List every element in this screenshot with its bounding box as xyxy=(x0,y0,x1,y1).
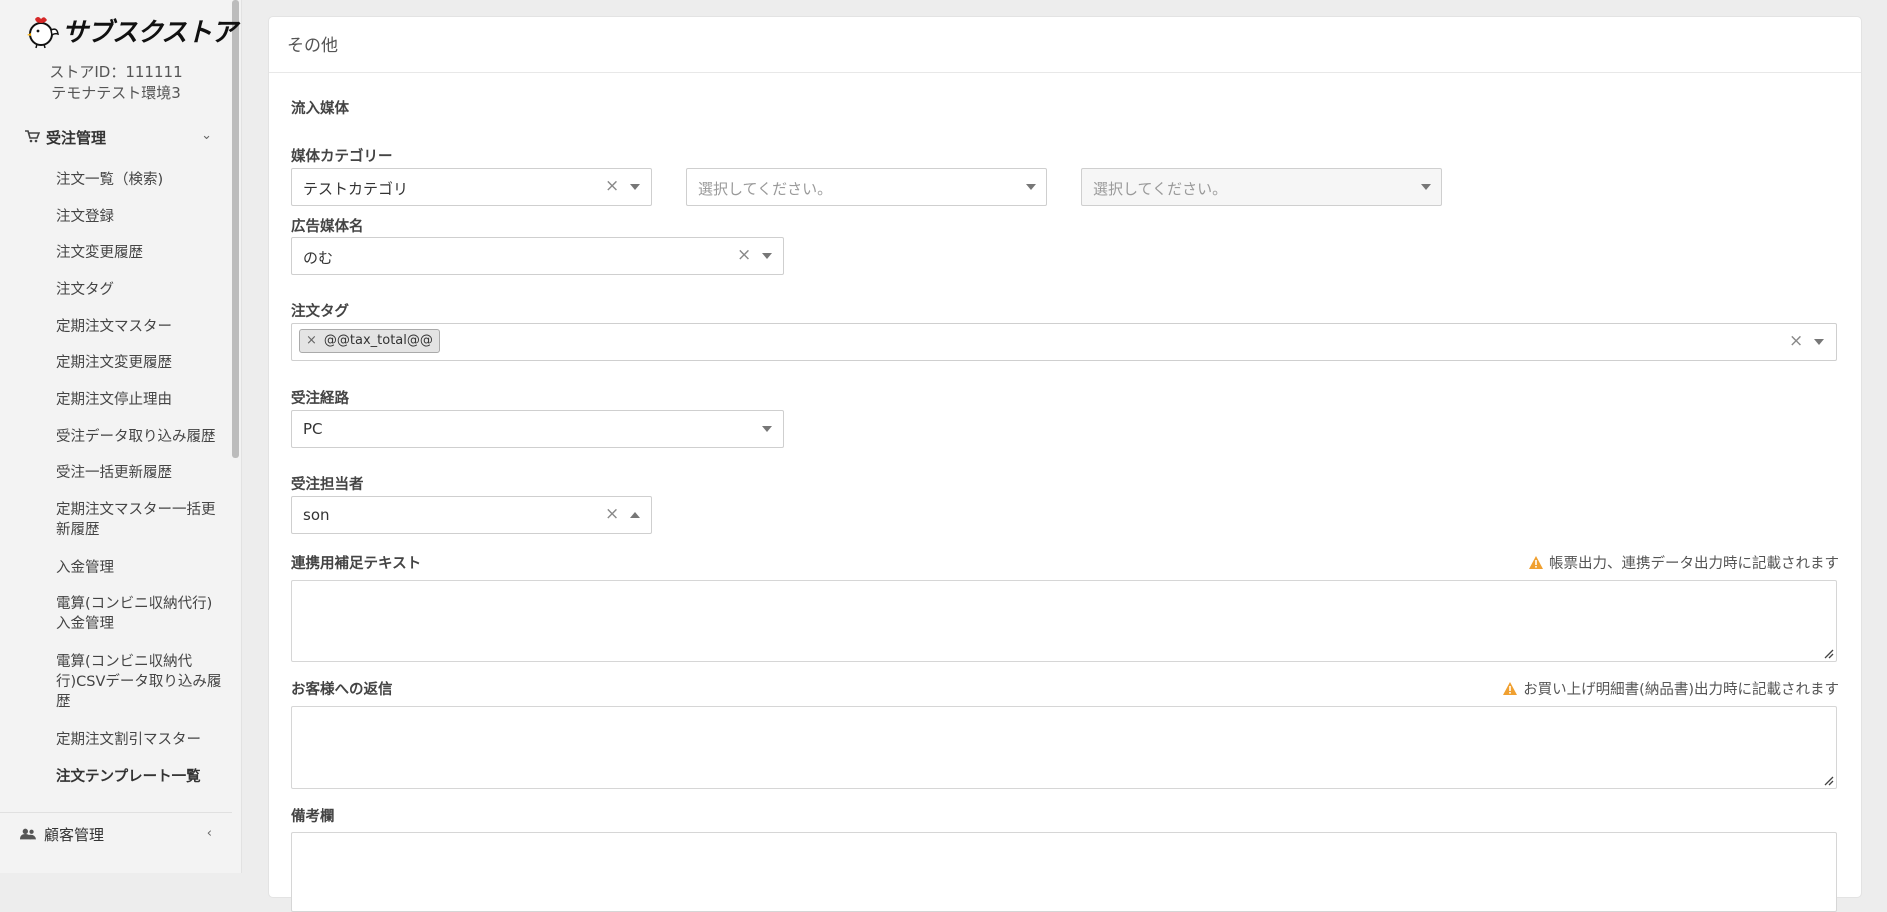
chevron-down-icon: ⌄ xyxy=(201,128,212,143)
media-category-label: 媒体カテゴリー xyxy=(291,149,393,165)
resize-handle-icon[interactable] xyxy=(1822,774,1834,786)
order-staff-label: 受注担当者 xyxy=(291,477,364,493)
order-tag-chip[interactable]: × @@tax_total@@ xyxy=(299,329,440,353)
dropdown-arrow-icon[interactable] xyxy=(1421,184,1431,190)
dropdown-arrow-icon[interactable] xyxy=(630,184,640,190)
sidebar-item-subscription-bulk-history[interactable]: 定期注文マスター一括更新履歴 xyxy=(56,500,226,540)
nav-group-customers-label: 顧客管理 xyxy=(44,826,105,844)
store-id: ストアID：111111 xyxy=(49,63,183,81)
remarks-label: 備考欄 xyxy=(291,809,335,825)
order-route-label: 受注経路 xyxy=(291,391,349,407)
remove-tag-icon[interactable]: × xyxy=(306,329,317,353)
media-subsubcategory-select[interactable]: 選択してください。 xyxy=(1081,168,1442,206)
customer-reply-textarea[interactable] xyxy=(291,706,1837,789)
link-text-label: 連携用補足テキスト xyxy=(291,556,422,572)
dropdown-arrow-icon[interactable] xyxy=(1026,184,1036,190)
logo-text: サブスクストア xyxy=(62,18,237,48)
sidebar: サブスクストア ストアID：111111 テモナテスト環境3 受注管理 ⌄ 注文… xyxy=(0,0,242,873)
order-route-value: PC xyxy=(303,420,323,438)
logo[interactable]: サブスクストア xyxy=(26,12,237,49)
ad-media-select[interactable]: のむ × xyxy=(291,237,784,275)
order-tag-multiselect[interactable]: × @@tax_total@@ × xyxy=(291,323,1837,361)
section-title-inflow-media: 流入媒体 xyxy=(291,101,349,117)
sidebar-item-subscription-master[interactable]: 定期注文マスター xyxy=(56,317,226,337)
nav-group-orders[interactable]: 受注管理 ⌄ xyxy=(0,115,232,159)
sidebar-item-order-templates[interactable]: 注文テンプレート一覧 xyxy=(56,767,226,787)
sidebar-item-order-tags[interactable]: 注文タグ xyxy=(56,280,226,300)
users-icon xyxy=(20,828,36,840)
chicken-logo-icon xyxy=(27,16,59,48)
other-settings-card: その他 流入媒体 媒体カテゴリー テストカテゴリ × 選択してください。 選択し… xyxy=(268,16,1862,912)
sidebar-item-densan-payment[interactable]: 電算(コンビニ収納代行)入金管理 xyxy=(56,594,226,634)
sidebar-item-payment[interactable]: 入金管理 xyxy=(56,558,226,578)
dropdown-arrow-icon[interactable] xyxy=(762,426,772,432)
order-staff-select[interactable]: son × xyxy=(291,496,652,534)
link-text-note-text: 帳票出力、連携データ出力時に記載されます xyxy=(1549,556,1839,572)
nav-group-orders-label: 受注管理 xyxy=(46,128,107,147)
clear-icon[interactable]: × xyxy=(737,245,751,265)
customer-reply-note: お買い上げ明細書(納品書)出力時に記載されます xyxy=(1502,678,1839,699)
media-subsubcategory-placeholder: 選択してください。 xyxy=(1093,180,1228,198)
sidebar-item-stop-reason[interactable]: 定期注文停止理由 xyxy=(56,390,226,410)
nav-group-customers[interactable]: 顧客管理 ‹ xyxy=(0,812,232,856)
warning-icon xyxy=(1503,682,1518,695)
card-header: その他 xyxy=(269,17,1861,73)
order-tag-label: 注文タグ xyxy=(291,304,349,320)
dropdown-arrow-up-icon[interactable] xyxy=(630,512,640,518)
order-staff-value: son xyxy=(303,506,330,524)
card-title: その他 xyxy=(287,36,338,56)
ad-media-label: 広告媒体名 xyxy=(291,219,364,235)
cart-icon xyxy=(25,130,40,143)
media-subcategory-select[interactable]: 選択してください。 xyxy=(686,168,1047,206)
order-tag-chip-label: @@tax_total@@ xyxy=(323,333,433,348)
media-subcategory-placeholder: 選択してください。 xyxy=(698,180,833,198)
sidebar-item-order-list[interactable]: 注文一覧（検索) xyxy=(56,170,226,190)
warning-icon xyxy=(1529,556,1543,569)
store-info: ストアID：111111 テモナテスト環境3 xyxy=(0,62,232,104)
remarks-textarea[interactable] xyxy=(291,832,1837,912)
sidebar-item-order-register[interactable]: 注文登録 xyxy=(56,207,226,227)
customer-reply-label: お客様への返信 xyxy=(291,682,393,698)
clear-icon[interactable]: × xyxy=(1789,331,1803,351)
link-text-note: 帳票出力、連携データ出力時に記載されます xyxy=(1528,552,1839,573)
order-route-select[interactable]: PC xyxy=(291,410,784,448)
link-text-textarea[interactable] xyxy=(291,580,1837,662)
sidebar-item-import-history[interactable]: 受注データ取り込み履歴 xyxy=(56,427,226,447)
sidebar-item-subscription-history[interactable]: 定期注文変更履歴 xyxy=(56,353,226,373)
ad-media-value: のむ xyxy=(303,249,334,267)
sidebar-item-discount-master[interactable]: 定期注文割引マスター xyxy=(56,730,226,750)
resize-handle-icon[interactable] xyxy=(1822,647,1834,659)
chevron-left-icon: ‹ xyxy=(206,826,212,841)
media-category-select[interactable]: テストカテゴリ × xyxy=(291,168,652,206)
media-category-value: テストカテゴリ xyxy=(303,180,409,198)
customer-reply-note-text: お買い上げ明細書(納品書)出力時に記載されます xyxy=(1523,682,1839,698)
clear-icon[interactable]: × xyxy=(605,504,619,524)
sidebar-item-densan-csv[interactable]: 電算(コンビニ収納代行)CSVデータ取り込み履歴 xyxy=(56,652,226,712)
dropdown-arrow-icon[interactable] xyxy=(762,253,772,259)
clear-icon[interactable]: × xyxy=(605,176,619,196)
store-name: テモナテスト環境3 xyxy=(51,84,181,102)
sidebar-item-bulk-update-history[interactable]: 受注一括更新履歴 xyxy=(56,463,226,483)
sidebar-scrollbar[interactable] xyxy=(232,0,239,458)
dropdown-arrow-icon[interactable] xyxy=(1814,339,1824,345)
sidebar-item-order-history[interactable]: 注文変更履歴 xyxy=(56,243,226,263)
